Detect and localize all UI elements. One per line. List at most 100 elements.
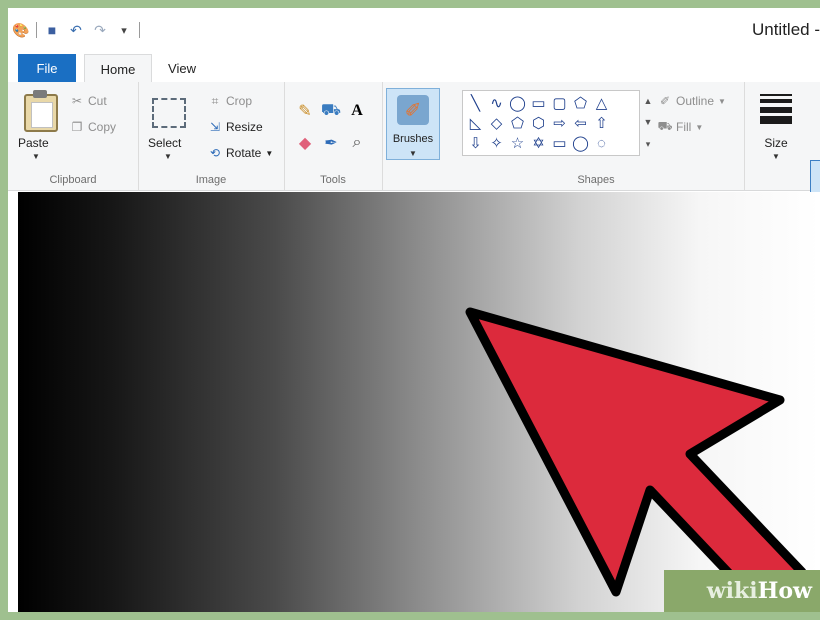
- right-arrow-shape-icon[interactable]: ⇨: [549, 113, 570, 133]
- rounded-rectangle-shape-icon[interactable]: ▢: [549, 93, 570, 113]
- outline-button[interactable]: ✐ Outline ▼: [658, 94, 726, 108]
- diamond-shape-icon[interactable]: ◇: [486, 113, 507, 133]
- brushes-dropdown-icon[interactable]: ▼: [409, 149, 417, 158]
- crop-label: Crop: [226, 94, 253, 108]
- clipboard-icon: [24, 90, 58, 132]
- fill-button[interactable]: ⛟ Fill ▼: [657, 119, 704, 134]
- rectangle-shape-icon[interactable]: ▭: [528, 93, 549, 113]
- eraser-icon[interactable]: ◆: [294, 132, 316, 154]
- shapes-group: ╲ ∿ ◯ ▭ ▢ ⬠ △ ◺ ◇ ⬠ ⬡ ⇨ ⇦ ⇧ ⇩ ✧ ☆ ✡ ▭ ◯ …: [448, 82, 745, 190]
- line-width-icon: [760, 94, 792, 124]
- paste-dropdown-icon[interactable]: ▼: [32, 152, 40, 161]
- wikihow-watermark: wiki How: [664, 570, 820, 612]
- outline-icon: ✐: [659, 94, 671, 108]
- outline-dropdown-icon: ▼: [718, 96, 726, 106]
- redo-icon[interactable]: ↷: [91, 21, 109, 39]
- paste-label: Paste: [18, 136, 49, 150]
- scroll-up-icon[interactable]: ▲: [644, 96, 653, 106]
- watermark-how: How: [757, 578, 812, 604]
- fill-icon[interactable]: ⛟: [320, 100, 342, 122]
- tools-group-label: Tools: [320, 174, 346, 186]
- curve-shape-icon[interactable]: ∿: [486, 93, 507, 113]
- window-title: Untitled -: [751, 20, 820, 39]
- qat-divider: [36, 22, 37, 38]
- left-arrow-shape-icon[interactable]: ⇦: [570, 113, 591, 133]
- oval-shape-icon[interactable]: ◯: [507, 93, 528, 113]
- red-arrow-shape: [465, 307, 807, 611]
- scroll-down-icon[interactable]: ▼: [644, 117, 653, 127]
- rotate-icon: ⟲: [209, 146, 221, 160]
- tab-file[interactable]: File: [18, 54, 76, 82]
- tools-group: ✎ ⛟ A ◆ ✒ ⌕ Tools: [284, 82, 383, 190]
- rotate-button[interactable]: ⟲ Rotate ▼: [208, 146, 273, 160]
- fill-dropdown-icon: ▼: [695, 122, 704, 132]
- tab-home[interactable]: Home: [84, 54, 152, 83]
- rect-callout-shape-icon[interactable]: ▭: [549, 133, 570, 153]
- brushes-group: ✐ Brushes ▼: [382, 82, 448, 190]
- image-group: Select ▼ ⌗ Crop ⇲ Resize ⟲ Rotate ▼ Imag…: [138, 82, 285, 190]
- pencil-icon[interactable]: ✎: [294, 100, 316, 122]
- up-arrow-shape-icon[interactable]: ⇧: [591, 113, 612, 133]
- crop-icon: ⌗: [211, 93, 219, 108]
- polygon-shape-icon[interactable]: ⬠: [570, 93, 591, 113]
- watermark-wiki: wiki: [706, 578, 758, 604]
- shapes-group-label: Shapes: [577, 174, 615, 186]
- clipboard-group-label: Clipboard: [49, 174, 97, 186]
- size-group: Size ▼: [744, 82, 808, 190]
- four-point-star-shape-icon[interactable]: ✧: [486, 133, 507, 153]
- brushes-button[interactable]: ✐ Brushes ▼: [386, 88, 440, 160]
- six-point-star-shape-icon[interactable]: ✡: [528, 133, 549, 153]
- brush-icon: ✐: [397, 95, 429, 125]
- resize-label: Resize: [226, 120, 263, 134]
- red-arrow-graphic: [465, 307, 807, 611]
- image-group-label: Image: [195, 174, 227, 186]
- paint-window: 🎨 ■ ↶ ↷ ▾ Untitled - File Home View Past…: [8, 8, 820, 612]
- drawing-canvas[interactable]: wiki How: [18, 192, 820, 612]
- copy-button[interactable]: ❐ Copy: [70, 120, 116, 134]
- rotate-label: Rotate: [226, 146, 262, 160]
- gallery-more-icon[interactable]: ▾: [646, 139, 651, 150]
- title-bar: 🎨 ■ ↶ ↷ ▾ Untitled -: [8, 8, 820, 54]
- shapes-scroll[interactable]: ▲ ▼ ▾: [642, 90, 654, 156]
- customize-dropdown-icon[interactable]: ▾: [115, 21, 133, 39]
- quick-access-toolbar: 🎨 ■ ↶ ↷ ▾: [12, 18, 140, 42]
- five-point-star-shape-icon[interactable]: ☆: [507, 133, 528, 153]
- fill-label: Fill: [676, 120, 692, 134]
- shapes-gallery: ╲ ∿ ◯ ▭ ▢ ⬠ △ ◺ ◇ ⬠ ⬡ ⇨ ⇦ ⇧ ⇩ ✧ ☆ ✡ ▭ ◯ …: [462, 90, 640, 156]
- rotate-dropdown-icon[interactable]: ▼: [265, 149, 273, 158]
- resize-icon: ⇲: [209, 120, 221, 134]
- oval-callout-shape-icon[interactable]: ◯: [570, 133, 591, 153]
- paint-app-icon[interactable]: 🎨: [12, 21, 30, 39]
- scissors-icon: ✂: [71, 94, 83, 108]
- select-dropdown-icon[interactable]: ▼: [164, 152, 172, 161]
- triangle-shape-icon[interactable]: △: [591, 93, 612, 113]
- undo-icon[interactable]: ↶: [67, 21, 85, 39]
- ribbon: Paste ▼ ✂ Cut ❐ Copy Clipboard Select ▼ …: [8, 82, 820, 226]
- right-triangle-shape-icon[interactable]: ◺: [465, 113, 486, 133]
- qat-divider-2: [139, 22, 140, 38]
- selection-rectangle-icon: [152, 98, 186, 128]
- cut-button[interactable]: ✂ Cut: [70, 94, 107, 108]
- line-shape-icon[interactable]: ╲: [465, 93, 486, 113]
- fill-bucket-icon: ⛟: [657, 119, 673, 133]
- magnifier-icon[interactable]: ⌕: [346, 132, 368, 154]
- tools-grid: ✎ ⛟ A ◆ ✒ ⌕: [294, 100, 372, 154]
- text-icon[interactable]: A: [346, 100, 368, 122]
- pentagon-shape-icon[interactable]: ⬠: [507, 113, 528, 133]
- down-arrow-shape-icon[interactable]: ⇩: [465, 133, 486, 153]
- save-icon[interactable]: ■: [43, 21, 61, 39]
- copy-label: Copy: [88, 120, 117, 134]
- cut-label: Cut: [88, 94, 107, 108]
- brushes-label: Brushes: [392, 133, 434, 145]
- copy-icon: ❐: [71, 120, 83, 134]
- tab-view[interactable]: View: [158, 54, 206, 82]
- size-label: Size: [764, 136, 788, 150]
- blank-slot: [612, 133, 633, 153]
- cloud-callout-shape-icon[interactable]: ◌: [591, 133, 612, 153]
- size-dropdown-icon[interactable]: ▼: [772, 152, 780, 161]
- crop-button[interactable]: ⌗ Crop: [208, 93, 253, 109]
- color-picker-icon[interactable]: ✒: [320, 132, 342, 154]
- resize-button[interactable]: ⇲ Resize: [208, 120, 263, 134]
- hexagon-shape-icon[interactable]: ⬡: [528, 113, 549, 133]
- ribbon-tabs: File Home View: [8, 54, 820, 83]
